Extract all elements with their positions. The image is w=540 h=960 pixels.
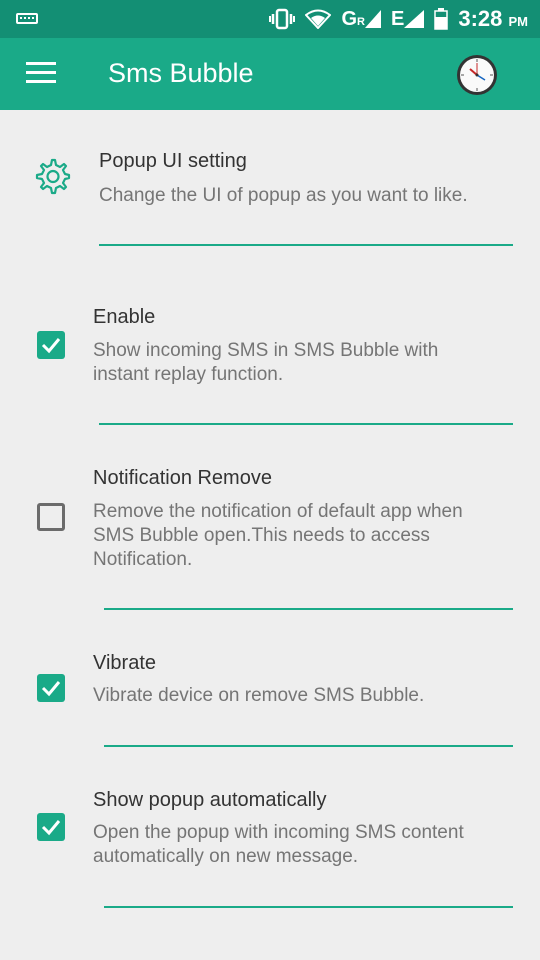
signal-g-icon: GR <box>341 8 381 31</box>
enable-checkbox[interactable] <box>37 331 65 359</box>
show-popup-checkbox[interactable] <box>37 813 65 841</box>
status-time-value: 3:28 <box>458 6 503 31</box>
pref-enable[interactable]: Enable Show incoming SMS in SMS Bubble w… <box>0 260 540 430</box>
vibrate-icon <box>269 8 296 30</box>
hamburger-menu-icon[interactable] <box>26 62 56 86</box>
summary-line: Notification. <box>93 549 193 570</box>
pref-summary: Show incoming SMS in SMS Bubble with ins… <box>93 339 438 387</box>
status-icons: GR E 3:28 PM <box>269 0 528 38</box>
summary-line: Remove the notification of default app w… <box>93 501 463 522</box>
signal-e-label: E <box>390 7 405 30</box>
pref-summary: Change the UI of popup as you want to li… <box>99 185 468 206</box>
clock-icon[interactable] <box>456 54 498 96</box>
app-bar: Sms Bubble <box>0 38 540 110</box>
pref-title: Enable <box>93 306 156 328</box>
signal-e-icon: E <box>390 7 425 31</box>
divider <box>104 906 513 908</box>
summary-line: automatically on new message. <box>93 846 359 867</box>
divider <box>104 608 513 610</box>
app-title: Sms Bubble <box>108 58 254 88</box>
signal-g-label: G <box>341 7 358 30</box>
summary-line: Show incoming SMS in SMS Bubble with <box>93 340 439 361</box>
pref-popup-ui-setting[interactable]: Popup UI setting Change the UI of popup … <box>0 110 540 260</box>
divider <box>99 244 513 246</box>
gear-icon <box>35 158 71 195</box>
pref-show-popup-automatically[interactable]: Show popup automatically Open the popup … <box>0 760 540 930</box>
vibrate-checkbox[interactable] <box>37 674 65 702</box>
summary-line: Vibrate device on remove SMS Bubble. <box>93 685 425 706</box>
pref-vibrate[interactable]: Vibrate Vibrate device on remove SMS Bub… <box>0 620 540 760</box>
pref-summary: Vibrate device on remove SMS Bubble. <box>93 684 424 708</box>
summary-line: Open the popup with incoming SMS content <box>93 822 464 843</box>
signal-r-label: R <box>357 15 365 28</box>
pref-title: Notification Remove <box>93 467 272 489</box>
summary-line: SMS Bubble open.This needs to access <box>93 525 430 546</box>
status-time: 3:28 PM <box>458 6 528 32</box>
divider <box>99 423 513 425</box>
notification-remove-checkbox[interactable] <box>37 503 65 531</box>
wifi-icon <box>305 9 332 29</box>
summary-line: instant replay function. <box>93 364 284 385</box>
status-time-ampm: PM <box>508 14 529 29</box>
pref-title: Vibrate <box>93 652 157 674</box>
pref-summary: Open the popup with incoming SMS content… <box>93 821 464 869</box>
pref-title: Show popup automatically <box>93 789 327 811</box>
divider <box>104 745 513 747</box>
status-bar: GR E 3:28 PM <box>0 0 540 38</box>
battery-icon <box>434 8 449 30</box>
keyboard-icon <box>16 13 38 24</box>
pref-title: Popup UI setting <box>99 150 247 172</box>
pref-summary: Remove the notification of default app w… <box>93 500 463 572</box>
pref-notification-remove[interactable]: Notification Remove Remove the notificat… <box>0 430 540 620</box>
